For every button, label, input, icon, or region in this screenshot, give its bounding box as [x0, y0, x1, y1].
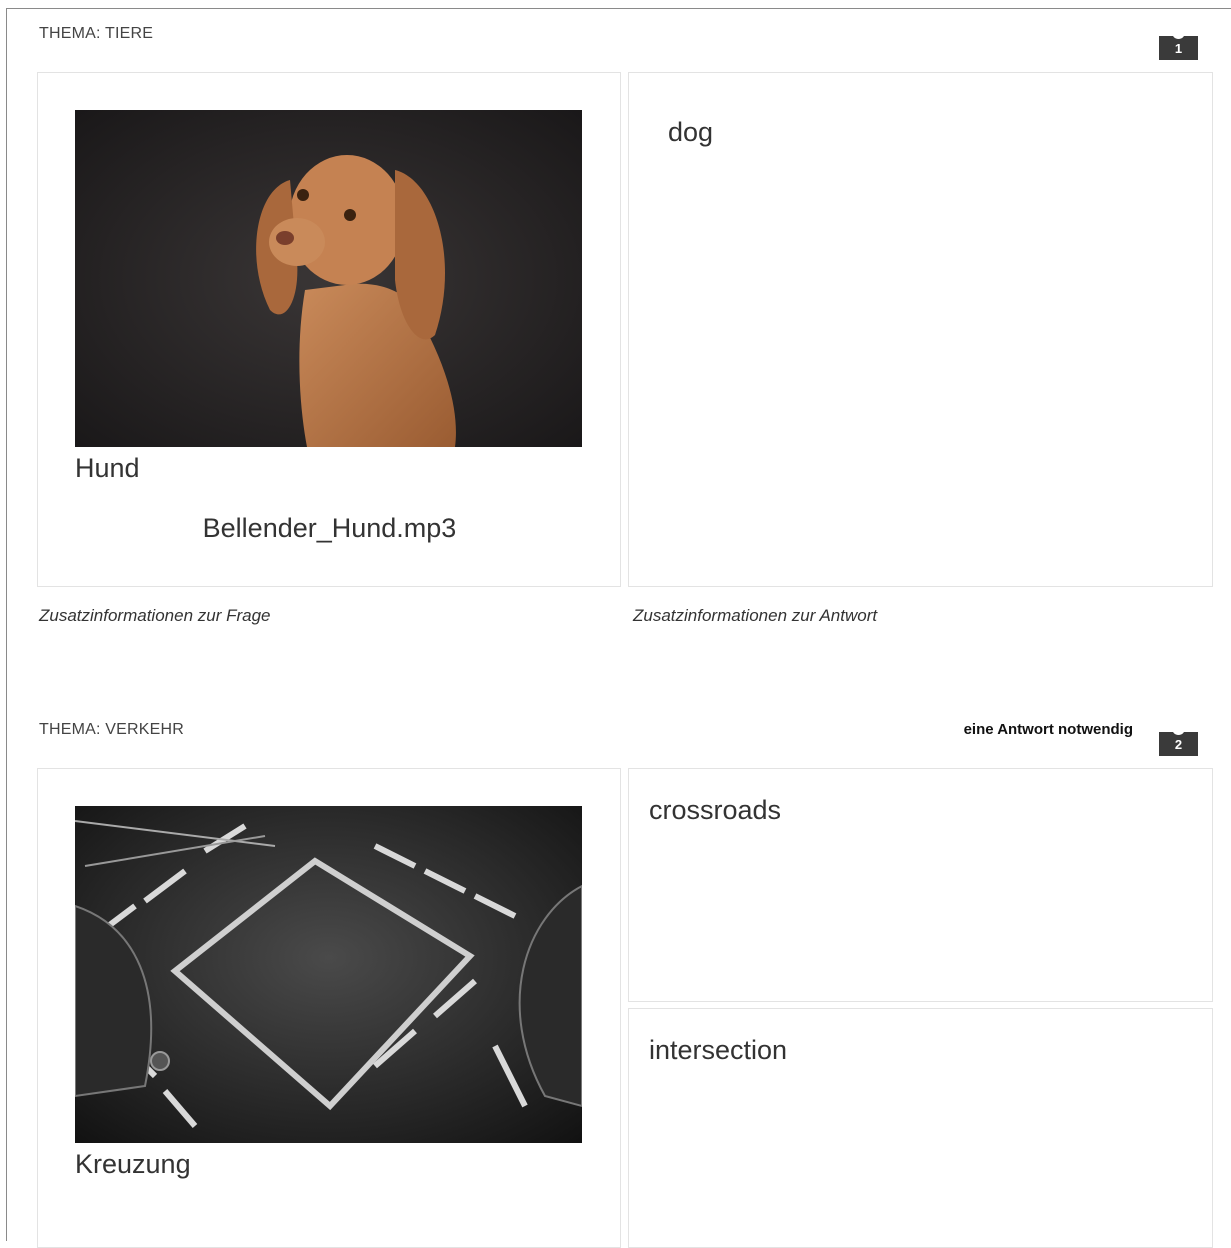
question-card: Kreuzung	[37, 768, 621, 1248]
answer-extra-info: Zusatzinformationen zur Antwort	[633, 606, 878, 625]
question-number-badge: 1	[1159, 32, 1198, 60]
topic-label: THEMA: VERKEHR	[39, 721, 185, 738]
question-number: 2	[1174, 737, 1183, 752]
question-caption: Kreuzung	[75, 1149, 191, 1179]
question-caption: Hund	[75, 453, 140, 483]
answer-text: crossroads	[649, 795, 782, 825]
answer-text: intersection	[649, 1035, 788, 1065]
dog-photo	[75, 110, 582, 447]
crossroads-photo	[75, 806, 582, 1143]
dog-image	[75, 110, 582, 447]
question-extra-info: Zusatzinformationen zur Frage	[39, 606, 271, 625]
crossroads-image	[75, 806, 582, 1143]
required-answers-note: eine Antwort notwendig	[963, 721, 1133, 738]
question-number: 1	[1174, 41, 1183, 56]
audio-file-link[interactable]: Bellender_Hund.mp3	[38, 513, 621, 544]
question-card: Hund Bellender_Hund.mp3	[37, 72, 621, 587]
topic-label: THEMA: TIERE	[39, 25, 154, 42]
question-number-badge: 2	[1159, 728, 1198, 756]
answer-card[interactable]: crossroads	[628, 768, 1213, 1002]
answer-card[interactable]: intersection	[628, 1008, 1213, 1248]
answer-card[interactable]: dog	[628, 72, 1213, 587]
answer-text: dog	[668, 117, 714, 147]
